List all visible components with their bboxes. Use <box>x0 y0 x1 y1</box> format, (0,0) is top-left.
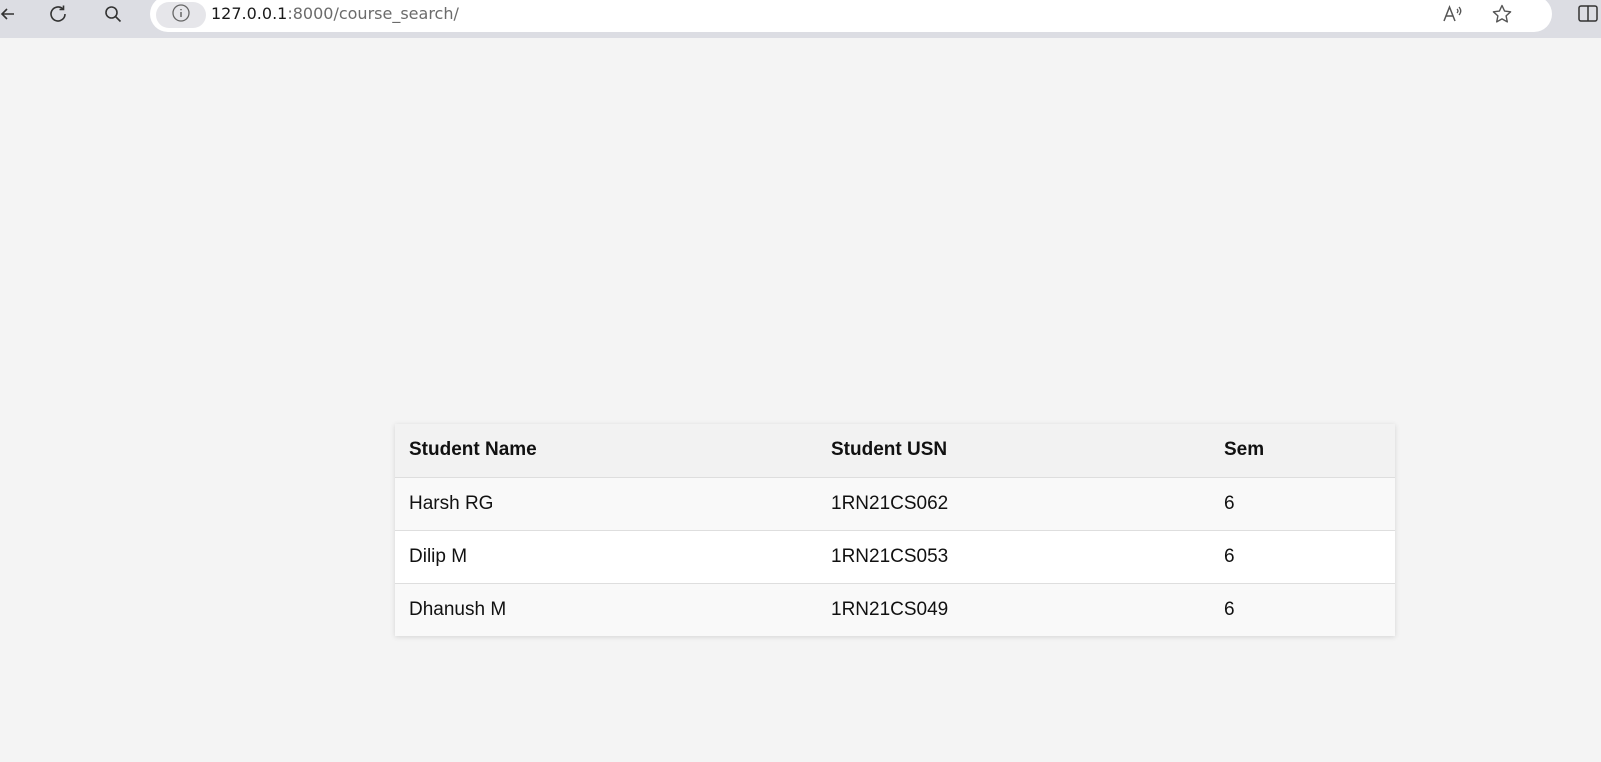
cell-sem: 6 <box>1210 530 1395 584</box>
cell-sem: 6 <box>1210 583 1395 636</box>
student-table-card: Student Name Student USN Sem Harsh RG 1R… <box>395 424 1395 636</box>
cell-sem: 6 <box>1210 477 1395 531</box>
site-info-button[interactable] <box>156 2 206 28</box>
student-table: Student Name Student USN Sem Harsh RG 1R… <box>395 424 1395 636</box>
column-header-student-name: Student Name <box>395 424 817 478</box>
cell-student-usn: 1RN21CS053 <box>817 530 1210 584</box>
url-path: :8000/course_search/ <box>287 4 459 23</box>
url-text[interactable]: 127.0.0.1:8000/course_search/ <box>211 3 459 25</box>
table-row: Dilip M 1RN21CS053 6 <box>395 530 1395 584</box>
star-icon[interactable] <box>1489 0 1515 28</box>
cell-student-name: Dhanush M <box>395 583 817 636</box>
cell-student-usn: 1RN21CS049 <box>817 583 1210 636</box>
table-header-row: Student Name Student USN Sem <box>395 424 1395 478</box>
split-screen-icon[interactable] <box>1576 0 1600 28</box>
back-arrow-icon[interactable] <box>0 0 20 28</box>
info-icon <box>171 3 191 28</box>
url-host: 127.0.0.1 <box>211 4 288 23</box>
column-header-student-usn: Student USN <box>817 424 1210 478</box>
cell-student-name: Harsh RG <box>395 477 817 531</box>
table-row: Dhanush M 1RN21CS049 6 <box>395 583 1395 636</box>
search-icon[interactable] <box>101 0 125 28</box>
address-bar[interactable]: 127.0.0.1:8000/course_search/ <box>150 0 1552 32</box>
column-header-sem: Sem <box>1210 424 1395 478</box>
table-row: Harsh RG 1RN21CS062 6 <box>395 477 1395 531</box>
browser-toolbar: 127.0.0.1:8000/course_search/ <box>0 0 1601 38</box>
refresh-icon[interactable] <box>45 0 71 28</box>
cell-student-usn: 1RN21CS062 <box>817 477 1210 531</box>
read-aloud-icon[interactable] <box>1440 0 1464 28</box>
cell-student-name: Dilip M <box>395 530 817 584</box>
